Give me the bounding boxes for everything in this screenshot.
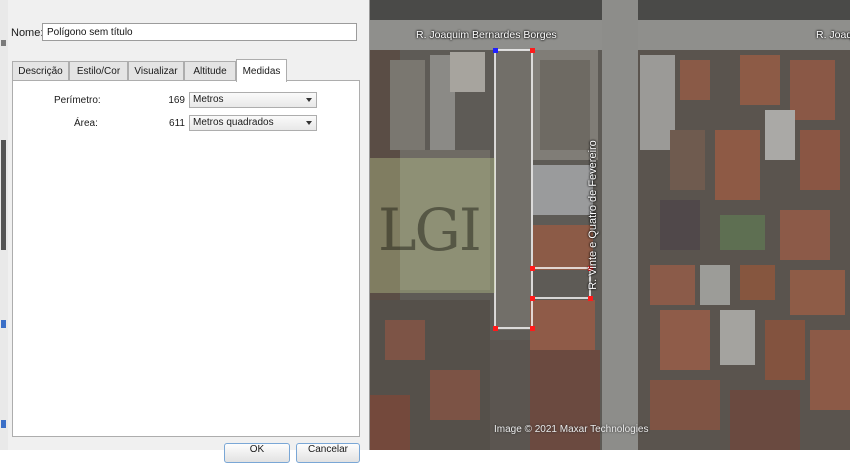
ok-button[interactable]: OK: [224, 443, 290, 463]
tab-altitude[interactable]: Altitude: [184, 61, 236, 81]
cancel-button[interactable]: Cancelar: [296, 443, 360, 463]
chevron-down-icon: [306, 121, 312, 125]
satellite-map[interactable]: LGI R. Joaquim Bernardes Borges R. Joaq …: [370, 0, 850, 450]
background-scrollbar: [1, 140, 6, 250]
area-value: 611: [169, 118, 185, 129]
street-label-vertical: R. Vinte e Quatro de Fevereiro: [587, 140, 599, 290]
area-unit-select[interactable]: Metros quadrados: [189, 115, 317, 131]
perimeter-value: 169: [168, 95, 185, 106]
watermark-text: LGI: [378, 196, 482, 264]
polygon-vertex: [530, 296, 535, 301]
background-mark: [1, 40, 6, 46]
area-unit-value: Metros quadrados: [193, 117, 274, 128]
chevron-down-icon: [306, 98, 312, 102]
perimeter-unit-select[interactable]: Metros: [189, 92, 317, 108]
tab-descricao[interactable]: Descrição: [12, 61, 69, 81]
street-label-top: R. Joaquim Bernardes Borges: [416, 29, 557, 41]
name-input[interactable]: [42, 23, 357, 41]
street-label-top-right: R. Joaq: [816, 29, 850, 41]
tab-medidas[interactable]: Medidas: [236, 59, 287, 82]
measures-panel: Perímetro: 169 Metros Área: 611 Metros q…: [12, 80, 360, 437]
polygon-vertex: [530, 326, 535, 331]
polygon-properties-dialog: Nome: Descrição Estilo/Cor Visualizar Al…: [8, 0, 370, 463]
imagery-copyright: Image © 2021 Maxar Technologies: [494, 424, 649, 435]
polygon-vertex-selected: [493, 48, 498, 53]
polygon-vertex: [530, 266, 535, 271]
tab-estilo-cor[interactable]: Estilo/Cor: [69, 61, 128, 81]
perimeter-label: Perímetro:: [54, 95, 101, 106]
area-label: Área:: [74, 118, 98, 129]
watermark-logo: LGI: [370, 158, 495, 293]
polygon-vertex: [588, 296, 593, 301]
name-label: Nome:: [11, 27, 44, 39]
polygon-vertex: [530, 48, 535, 53]
background-mark: [1, 420, 6, 428]
background-mark: [1, 320, 6, 328]
tab-visualizar[interactable]: Visualizar: [128, 61, 184, 81]
polygon-vertex: [493, 326, 498, 331]
perimeter-unit-value: Metros: [193, 94, 224, 105]
